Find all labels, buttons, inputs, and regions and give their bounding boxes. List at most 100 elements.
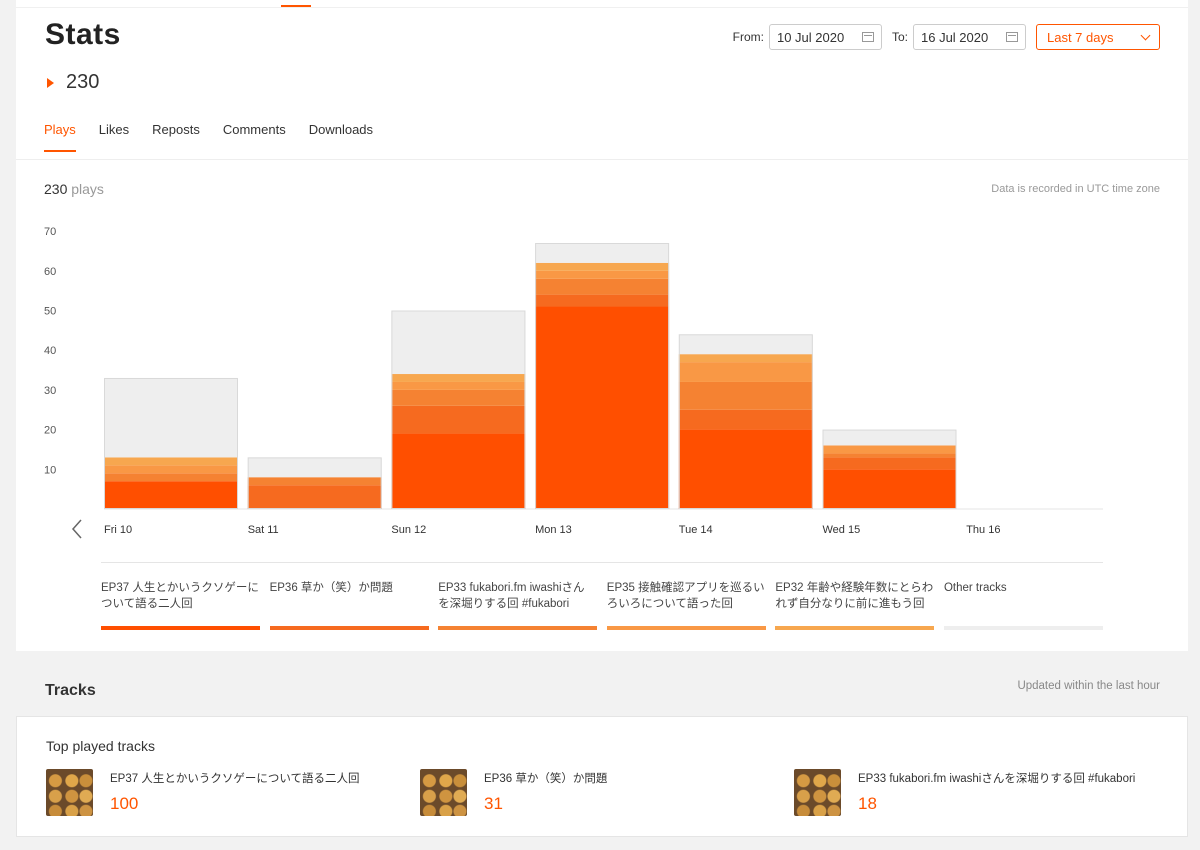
to-label: To: [891,30,908,44]
bar-segment[interactable] [104,465,238,474]
bar-segment[interactable] [678,334,813,355]
tracks-updated-note: Updated within the last hour [1017,680,1160,692]
legend-label-line: ついて語る二人回 [101,598,193,610]
bar-segment[interactable] [391,374,526,382]
to-date-value: 16 Jul 2020 [921,29,989,45]
bar-segment[interactable] [391,381,526,390]
bar-segment[interactable] [391,310,526,375]
bar-segment[interactable] [391,433,526,509]
bar-segment[interactable] [391,389,526,406]
legend-swatch [101,626,260,630]
bar-segment[interactable] [247,457,382,478]
track-info: EP36 草か（笑）か問題 31 [484,769,607,816]
legend-label: EP35 接触確認アプリを巡るい ろいろについて語った回 [607,580,766,626]
track-info: EP37 人生とかいうクソゲーについて語る二人回 100 [110,769,359,816]
bar-segment[interactable] [247,485,382,509]
page-title: Stats [45,18,121,51]
legend-label-line: れず自分なりに前に進もう回 [775,598,925,610]
legend-item[interactable]: EP37 人生とかいうクソゲーに ついて語る二人回 [101,580,260,630]
bar-segment[interactable] [822,445,957,454]
bar-segment[interactable] [535,270,670,279]
bar-segment[interactable] [678,362,813,382]
y-tick-label: 70 [44,226,56,238]
y-tick-label: 30 [44,385,56,397]
track-artwork[interactable] [46,769,93,816]
y-tick-label: 60 [44,266,56,278]
bar-segment[interactable] [678,381,813,410]
legend-swatch [269,626,429,630]
bar-segment[interactable] [678,354,813,363]
bar-segment[interactable] [104,473,238,482]
tab-comments[interactable]: Comments [223,122,286,151]
legend-item[interactable]: EP36 草か（笑）か問題 [269,580,429,630]
tab-downloads[interactable]: Downloads [309,122,373,151]
plays-count: 230 [44,181,68,197]
legend-item[interactable]: EP32 年齢や経験年数にとらわ れず自分なりに前に進もう回 [775,580,935,630]
legend-item[interactable]: Other tracks [943,580,1103,630]
track-title[interactable]: EP36 草か（笑）か問題 [484,770,607,786]
legend-label-line: Other tracks [943,582,1007,594]
bar-segment[interactable] [104,377,238,458]
to-date-field[interactable]: 16 Jul 2020 [913,24,1026,50]
track-artwork[interactable] [794,769,841,816]
calendar-icon[interactable] [861,32,874,42]
x-tick-label: Fri 10 [104,524,132,536]
legend-label: EP33 fukabori.fm iwashiさん を深堀りする回 #fukabo… [438,580,597,626]
bar-segment[interactable] [104,481,238,509]
track-title[interactable]: EP33 fukabori.fm iwashiさんを深堀りする回 #fukabo… [858,770,1135,786]
from-date-value: 10 Jul 2020 [776,29,845,45]
top-track-item[interactable]: EP33 fukabori.fm iwashiさんを深堀りする回 #fukabo… [794,769,1135,816]
top-track-item[interactable]: EP37 人生とかいうクソゲーについて語る二人回 100 [46,769,359,816]
bar-segment[interactable] [535,294,670,307]
bar-segment[interactable] [678,429,813,509]
legend-swatch [943,626,1103,630]
track-title[interactable]: EP37 人生とかいうクソゲーについて語る二人回 [110,770,359,786]
legend-swatch [775,626,935,630]
x-tick-label: Thu 16 [966,524,1000,536]
bar-segment[interactable] [104,457,238,466]
chart-legend: EP37 人生とかいうクソゲーに ついて語る二人回 EP36 草か（笑）か問題 EP3… [101,580,1103,630]
track-artwork[interactable] [420,769,467,816]
x-tick-label: Mon 13 [535,524,572,536]
track-play-count: 18 [858,794,877,813]
legend-label: EP32 年齢や経験年数にとらわ れず自分なりに前に進もう回 [775,580,934,626]
tab-plays[interactable]: Plays [44,122,76,152]
bar-segment[interactable] [678,409,813,430]
x-tick-label: Sun 12 [391,524,426,536]
tab-likes[interactable]: Likes [99,122,129,151]
x-tick-label: Sat 11 [248,524,279,536]
calendar-icon[interactable] [1006,32,1018,42]
plays-unit: plays [67,181,104,197]
range-select-value: Last 7 days [1047,29,1114,45]
bar-segment[interactable] [822,453,957,458]
bar-segment[interactable] [822,429,957,446]
legend-label: EP37 人生とかいうクソゲーに ついて語る二人回 [101,580,260,626]
top-track-item[interactable]: EP36 草か（笑）か問題 31 [420,769,607,816]
bar-segment[interactable] [535,243,670,263]
bar-segment[interactable] [822,457,957,470]
bar-segment[interactable] [535,278,670,295]
legend-label-line: EP36 草か（笑）か問題 [269,582,393,594]
y-tick-label: 50 [44,306,56,318]
legend-label-line: EP35 接触確認アプリを巡るい [606,582,765,594]
bar-segment[interactable] [391,405,526,434]
utc-note: Data is recorded in UTC time zone [991,183,1160,195]
plays-summary: 230 plays [44,181,104,197]
chevron-down-icon [1140,30,1151,40]
chevron-left-icon[interactable] [71,519,82,539]
legend-item[interactable]: EP35 接触確認アプリを巡るい ろいろについて語った回 [606,580,766,630]
bar-segment[interactable] [535,306,670,509]
tab-reposts[interactable]: Reposts [152,122,200,151]
legend-item[interactable]: EP33 fukabori.fm iwashiさん を深堀りする回 #fukabo… [438,580,598,630]
from-date-field[interactable]: 10 Jul 2020 [768,24,882,50]
legend-label: EP36 草か（笑）か問題 [270,580,429,626]
date-controls: From: 10 Jul 2020 To: 16 Jul 2020 Last 7… [733,24,1160,50]
range-select[interactable]: Last 7 days [1036,24,1160,50]
stats-tabs: Plays Likes Reposts Comments Downloads [44,122,396,152]
play-arrow-icon [47,77,54,88]
legend-divider [101,562,1103,563]
bar-segment[interactable] [247,477,382,486]
bar-segment[interactable] [535,262,670,271]
track-info: EP33 fukabori.fm iwashiさんを深堀りする回 #fukabo… [858,769,1135,816]
bar-segment[interactable] [822,469,957,509]
